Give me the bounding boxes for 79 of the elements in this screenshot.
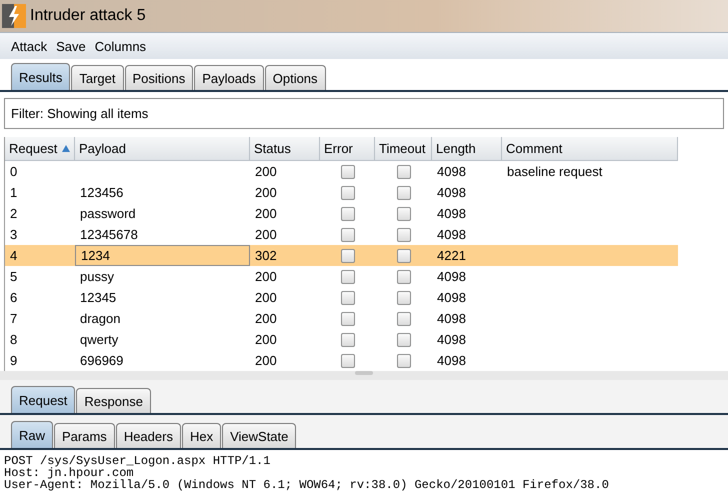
column-header[interactable]: Error: [320, 137, 375, 160]
tab[interactable]: Headers: [116, 423, 181, 448]
splitter-handle[interactable]: [355, 371, 373, 376]
table-cell-text: 4098: [436, 184, 467, 202]
tab[interactable]: Payloads: [194, 65, 264, 90]
tab[interactable]: Target: [71, 65, 124, 90]
tab[interactable]: Results: [11, 63, 70, 90]
table-cell-text: dragon: [79, 310, 122, 328]
raw-text-line: Host: jn.hpour.com: [4, 467, 134, 480]
table-cell-text: 8: [9, 331, 18, 350]
tab[interactable]: Hex: [182, 423, 222, 448]
tab[interactable]: Options: [264, 65, 326, 90]
tab[interactable]: ViewState: [222, 423, 296, 448]
column-header[interactable]: Timeout: [375, 137, 432, 160]
table-cell-text: 200: [254, 184, 278, 202]
raw-text-line: POST /sys/SysUser_Logon.aspx HTTP/1.1: [4, 455, 272, 468]
table-cell-text: 4098: [436, 268, 467, 286]
table-row[interactable]: 7 dragon 200 4098: [5, 308, 678, 330]
table-cell-text: 302: [254, 247, 278, 266]
table-row[interactable]: 4 1234 302 4221: [5, 245, 678, 266]
table-cell-text: 4098: [436, 163, 467, 182]
table-cell-text: 3: [9, 226, 18, 244]
column-header[interactable]: Payload: [75, 137, 250, 160]
filter-bar[interactable]: Filter: Showing all items: [4, 98, 724, 130]
table-cell-text: 4098: [436, 331, 467, 350]
table-cell-text: 4098: [436, 226, 467, 244]
table-cell-text: 7: [9, 310, 18, 328]
column-header[interactable]: Status: [250, 137, 320, 160]
lightning-bolt-icon: [2, 4, 26, 28]
column-header[interactable]: Length: [432, 137, 502, 160]
tab[interactable]: Raw: [11, 421, 54, 448]
table-cell-text: 4098: [436, 205, 467, 224]
table-cell-text: 1: [9, 184, 18, 202]
tab[interactable]: Params: [54, 423, 115, 448]
table-cell-text: 5: [9, 268, 18, 286]
raw-text-line: User-Agent: Mozilla/5.0 (Windows NT 6.1; WOW64; rv:38.0) Gecko/20100101 Firefox/38.0: [4, 479, 610, 491]
tab[interactable]: Request: [11, 386, 76, 414]
table-cell-text: 4098: [436, 289, 467, 308]
menu-item[interactable]: Attack: [11, 38, 48, 54]
table-cell-text: 200: [254, 226, 278, 244]
table-cell-text: 4098: [436, 352, 467, 370]
tab[interactable]: Positions: [124, 65, 194, 90]
table-cell-text: qwerty: [79, 331, 120, 350]
tab[interactable]: Response: [76, 388, 151, 414]
table-row[interactable]: 5 pussy 200 4098: [5, 266, 678, 288]
table-cell-text: 200: [254, 163, 278, 182]
table-cell-text: 9: [9, 352, 18, 370]
table-cell-text: 12345: [79, 289, 118, 308]
menu-item[interactable]: Save: [56, 38, 86, 54]
table-cell-text: password: [79, 205, 137, 224]
menu-item[interactable]: Columns: [94, 38, 146, 54]
table-cell-text: 200: [254, 310, 278, 328]
table-cell-text: 200: [254, 352, 278, 370]
table-cell-text: 4221: [436, 247, 467, 266]
table-cell-text: 4: [9, 247, 18, 266]
window-title: Intruder attack 5: [30, 7, 146, 25]
table-cell-text: 200: [254, 289, 278, 308]
table-cell-text: 0: [9, 163, 18, 182]
table-cell-text: 200: [254, 268, 278, 286]
table-cell-text: 200: [254, 205, 278, 224]
table-cell-text: 696969: [79, 352, 124, 370]
table-row[interactable]: 1 123456 200 4098: [5, 182, 678, 204]
table-row[interactable]: 2 password 200 4098: [5, 203, 678, 224]
table-row[interactable]: 0 200 4098 baseline request: [5, 161, 678, 182]
table-row[interactable]: 3 12345678 200 4098: [5, 224, 678, 246]
table-cell-text: 6: [9, 289, 18, 308]
table-cell: 1234: [75, 245, 250, 266]
table-cell-text: 200: [254, 331, 278, 350]
table-row[interactable]: 9 696969 200 4098: [5, 350, 678, 372]
table-row[interactable]: 8 qwerty 200 4098: [5, 329, 678, 350]
table-row[interactable]: 6 12345 200 4098: [5, 287, 678, 308]
column-header[interactable]: Request: [5, 137, 75, 160]
table-cell-text: 123456: [79, 184, 124, 202]
table-cell-text: 4098: [436, 310, 467, 328]
table-cell-text: pussy: [79, 268, 115, 286]
table-cell-text: 2: [9, 205, 18, 224]
column-header[interactable]: Comment: [502, 137, 678, 160]
table-cell-text: 12345678: [79, 226, 139, 244]
table-cell-text: baseline request: [506, 163, 604, 182]
